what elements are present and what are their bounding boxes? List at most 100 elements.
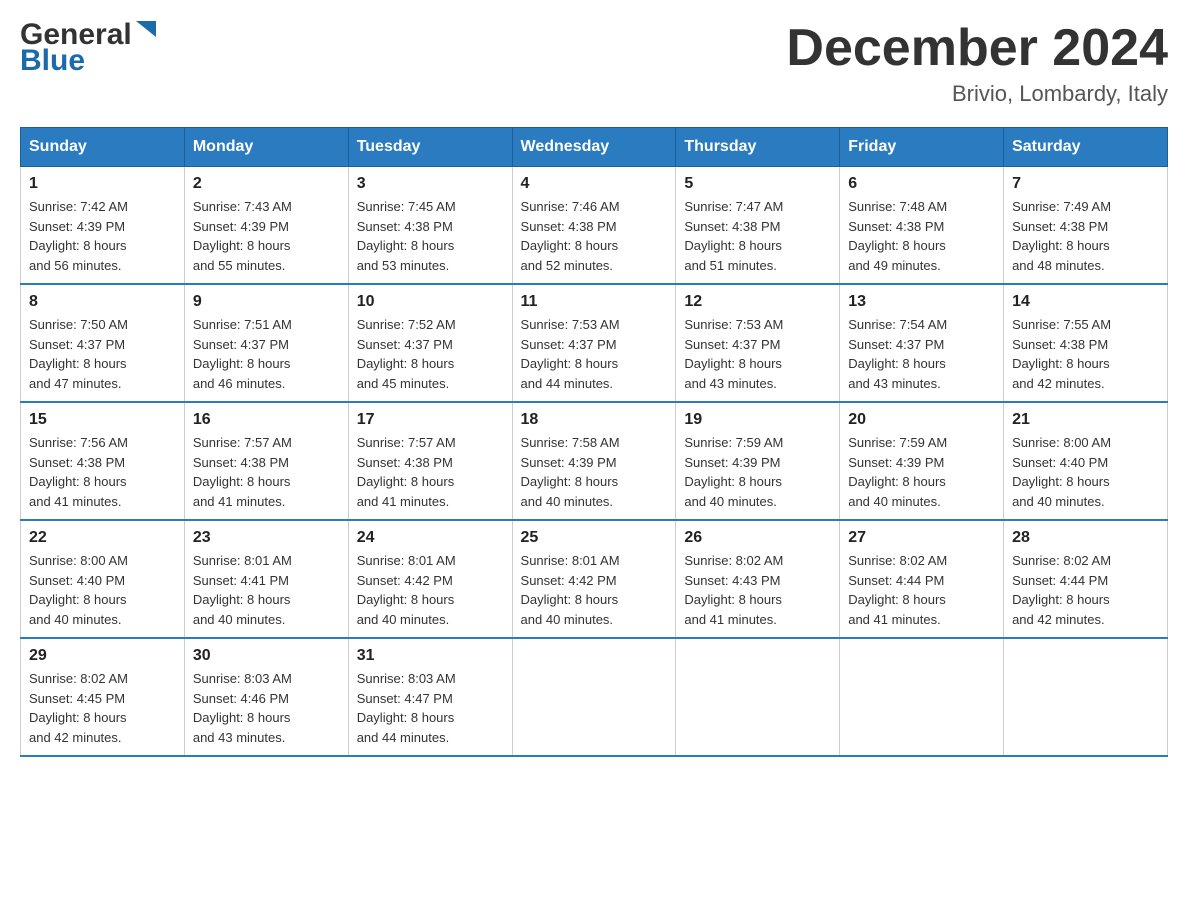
calendar-cell: 1 Sunrise: 7:42 AMSunset: 4:39 PMDaylight… <box>21 167 185 285</box>
calendar-cell: 4Sunrise: 7:46 AMSunset: 4:38 PMDaylight… <box>512 167 676 285</box>
header-tuesday: Tuesday <box>348 128 512 167</box>
day-info: Sunrise: 7:57 AMSunset: 4:38 PMDaylight:… <box>193 433 340 511</box>
day-info: Sunrise: 8:00 AMSunset: 4:40 PMDaylight:… <box>29 551 176 629</box>
logo: General Blue <box>20 20 156 78</box>
day-info: Sunrise: 7:54 AMSunset: 4:37 PMDaylight:… <box>848 315 995 393</box>
calendar-week-4: 22 Sunrise: 8:00 AMSunset: 4:40 PMDayligh… <box>21 520 1168 638</box>
day-number: 23 <box>193 529 340 547</box>
calendar-cell: 5 Sunrise: 7:47 AMSunset: 4:38 PMDaylight… <box>676 167 840 285</box>
day-info: Sunrise: 7:59 AMSunset: 4:39 PMDaylight:… <box>684 433 831 511</box>
day-info: Sunrise: 7:51 AMSunset: 4:37 PMDaylight:… <box>193 315 340 393</box>
day-info: Sunrise: 7:47 AMSunset: 4:38 PMDaylight:… <box>684 197 831 275</box>
calendar-cell: 26 Sunrise: 8:02 AMSunset: 4:43 PMDayligh… <box>676 520 840 638</box>
title-block: December 2024 Brivio, Lombardy, Italy <box>786 20 1168 107</box>
day-info: Sunrise: 7:46 AMSunset: 4:38 PMDaylight:… <box>521 197 668 275</box>
calendar-cell: 28 Sunrise: 8:02 AMSunset: 4:44 PMDayligh… <box>1004 520 1168 638</box>
day-number: 22 <box>29 529 176 547</box>
header-friday: Friday <box>840 128 1004 167</box>
calendar-cell: 25Sunrise: 8:01 AMSunset: 4:42 PMDayligh… <box>512 520 676 638</box>
calendar-cell <box>840 638 1004 756</box>
day-info: Sunrise: 7:58 AMSunset: 4:39 PMDaylight:… <box>521 433 668 511</box>
day-info: Sunrise: 7:45 AMSunset: 4:38 PMDaylight:… <box>357 197 504 275</box>
calendar-cell <box>512 638 676 756</box>
day-info: Sunrise: 7:42 AMSunset: 4:39 PMDaylight:… <box>29 197 176 275</box>
day-number: 19 <box>684 411 831 429</box>
day-info: Sunrise: 8:01 AMSunset: 4:41 PMDaylight:… <box>193 551 340 629</box>
header-monday: Monday <box>184 128 348 167</box>
day-number: 10 <box>357 293 504 311</box>
day-number: 11 <box>521 293 668 311</box>
calendar-cell: 6Sunrise: 7:48 AMSunset: 4:38 PMDaylight… <box>840 167 1004 285</box>
day-info: Sunrise: 7:53 AMSunset: 4:37 PMDaylight:… <box>684 315 831 393</box>
header-sunday: Sunday <box>21 128 185 167</box>
day-info: Sunrise: 7:53 AMSunset: 4:37 PMDaylight:… <box>521 315 668 393</box>
calendar-cell: 29Sunrise: 8:02 AMSunset: 4:45 PMDayligh… <box>21 638 185 756</box>
calendar-cell: 9 Sunrise: 7:51 AMSunset: 4:37 PMDaylight… <box>184 284 348 402</box>
calendar-cell: 27 Sunrise: 8:02 AMSunset: 4:44 PMDayligh… <box>840 520 1004 638</box>
day-info: Sunrise: 7:50 AMSunset: 4:37 PMDaylight:… <box>29 315 176 393</box>
day-number: 20 <box>848 411 995 429</box>
day-number: 24 <box>357 529 504 547</box>
day-info: Sunrise: 7:48 AMSunset: 4:38 PMDaylight:… <box>848 197 995 275</box>
calendar-table: SundayMondayTuesdayWednesdayThursdayFrid… <box>20 127 1168 757</box>
day-number: 2 <box>193 175 340 193</box>
calendar-cell <box>1004 638 1168 756</box>
calendar-cell: 21Sunrise: 8:00 AMSunset: 4:40 PMDayligh… <box>1004 402 1168 520</box>
day-number: 7 <box>1012 175 1159 193</box>
calendar-week-2: 8 Sunrise: 7:50 AMSunset: 4:37 PMDaylight… <box>21 284 1168 402</box>
header-wednesday: Wednesday <box>512 128 676 167</box>
calendar-cell: 17 Sunrise: 7:57 AMSunset: 4:38 PMDayligh… <box>348 402 512 520</box>
day-info: Sunrise: 7:52 AMSunset: 4:37 PMDaylight:… <box>357 315 504 393</box>
day-number: 5 <box>684 175 831 193</box>
day-info: Sunrise: 7:59 AMSunset: 4:39 PMDaylight:… <box>848 433 995 511</box>
logo-blue-word: Blue <box>20 44 85 78</box>
header-thursday: Thursday <box>676 128 840 167</box>
day-info: Sunrise: 7:55 AMSunset: 4:38 PMDaylight:… <box>1012 315 1159 393</box>
calendar-cell: 18 Sunrise: 7:58 AMSunset: 4:39 PMDayligh… <box>512 402 676 520</box>
day-number: 27 <box>848 529 995 547</box>
day-info: Sunrise: 8:01 AMSunset: 4:42 PMDaylight:… <box>357 551 504 629</box>
day-number: 1 <box>29 175 176 193</box>
logo-flag-icon <box>134 19 156 41</box>
header-saturday: Saturday <box>1004 128 1168 167</box>
calendar-cell: 24 Sunrise: 8:01 AMSunset: 4:42 PMDayligh… <box>348 520 512 638</box>
calendar-cell: 2 Sunrise: 7:43 AMSunset: 4:39 PMDaylight… <box>184 167 348 285</box>
day-info: Sunrise: 8:02 AMSunset: 4:44 PMDaylight:… <box>848 551 995 629</box>
day-number: 28 <box>1012 529 1159 547</box>
day-info: Sunrise: 8:03 AMSunset: 4:47 PMDaylight:… <box>357 669 504 747</box>
day-number: 31 <box>357 647 504 665</box>
calendar-week-1: 1 Sunrise: 7:42 AMSunset: 4:39 PMDaylight… <box>21 167 1168 285</box>
calendar-cell: 14 Sunrise: 7:55 AMSunset: 4:38 PMDayligh… <box>1004 284 1168 402</box>
calendar-cell: 16 Sunrise: 7:57 AMSunset: 4:38 PMDayligh… <box>184 402 348 520</box>
page-header: General Blue December 2024 Brivio, Lomba… <box>20 20 1168 107</box>
day-info: Sunrise: 8:01 AMSunset: 4:42 PMDaylight:… <box>521 551 668 629</box>
day-number: 18 <box>521 411 668 429</box>
day-number: 12 <box>684 293 831 311</box>
calendar-cell: 20 Sunrise: 7:59 AMSunset: 4:39 PMDayligh… <box>840 402 1004 520</box>
day-info: Sunrise: 8:02 AMSunset: 4:43 PMDaylight:… <box>684 551 831 629</box>
day-info: Sunrise: 7:56 AMSunset: 4:38 PMDaylight:… <box>29 433 176 511</box>
day-info: Sunrise: 8:02 AMSunset: 4:44 PMDaylight:… <box>1012 551 1159 629</box>
day-info: Sunrise: 8:03 AMSunset: 4:46 PMDaylight:… <box>193 669 340 747</box>
calendar-week-5: 29Sunrise: 8:02 AMSunset: 4:45 PMDayligh… <box>21 638 1168 756</box>
day-info: Sunrise: 7:57 AMSunset: 4:38 PMDaylight:… <box>357 433 504 511</box>
day-info: Sunrise: 7:43 AMSunset: 4:39 PMDaylight:… <box>193 197 340 275</box>
calendar-cell: 31 Sunrise: 8:03 AMSunset: 4:47 PMDayligh… <box>348 638 512 756</box>
calendar-cell: 15 Sunrise: 7:56 AMSunset: 4:38 PMDayligh… <box>21 402 185 520</box>
calendar-cell: 11 Sunrise: 7:53 AMSunset: 4:37 PMDayligh… <box>512 284 676 402</box>
calendar-cell: 7 Sunrise: 7:49 AMSunset: 4:38 PMDaylight… <box>1004 167 1168 285</box>
day-number: 17 <box>357 411 504 429</box>
day-number: 8 <box>29 293 176 311</box>
day-number: 26 <box>684 529 831 547</box>
calendar-cell: 30 Sunrise: 8:03 AMSunset: 4:46 PMDayligh… <box>184 638 348 756</box>
calendar-cell: 19 Sunrise: 7:59 AMSunset: 4:39 PMDayligh… <box>676 402 840 520</box>
month-title: December 2024 <box>786 20 1168 77</box>
day-number: 14 <box>1012 293 1159 311</box>
day-number: 30 <box>193 647 340 665</box>
day-number: 13 <box>848 293 995 311</box>
day-info: Sunrise: 7:49 AMSunset: 4:38 PMDaylight:… <box>1012 197 1159 275</box>
calendar-cell: 8 Sunrise: 7:50 AMSunset: 4:37 PMDaylight… <box>21 284 185 402</box>
day-number: 15 <box>29 411 176 429</box>
day-number: 16 <box>193 411 340 429</box>
day-number: 9 <box>193 293 340 311</box>
